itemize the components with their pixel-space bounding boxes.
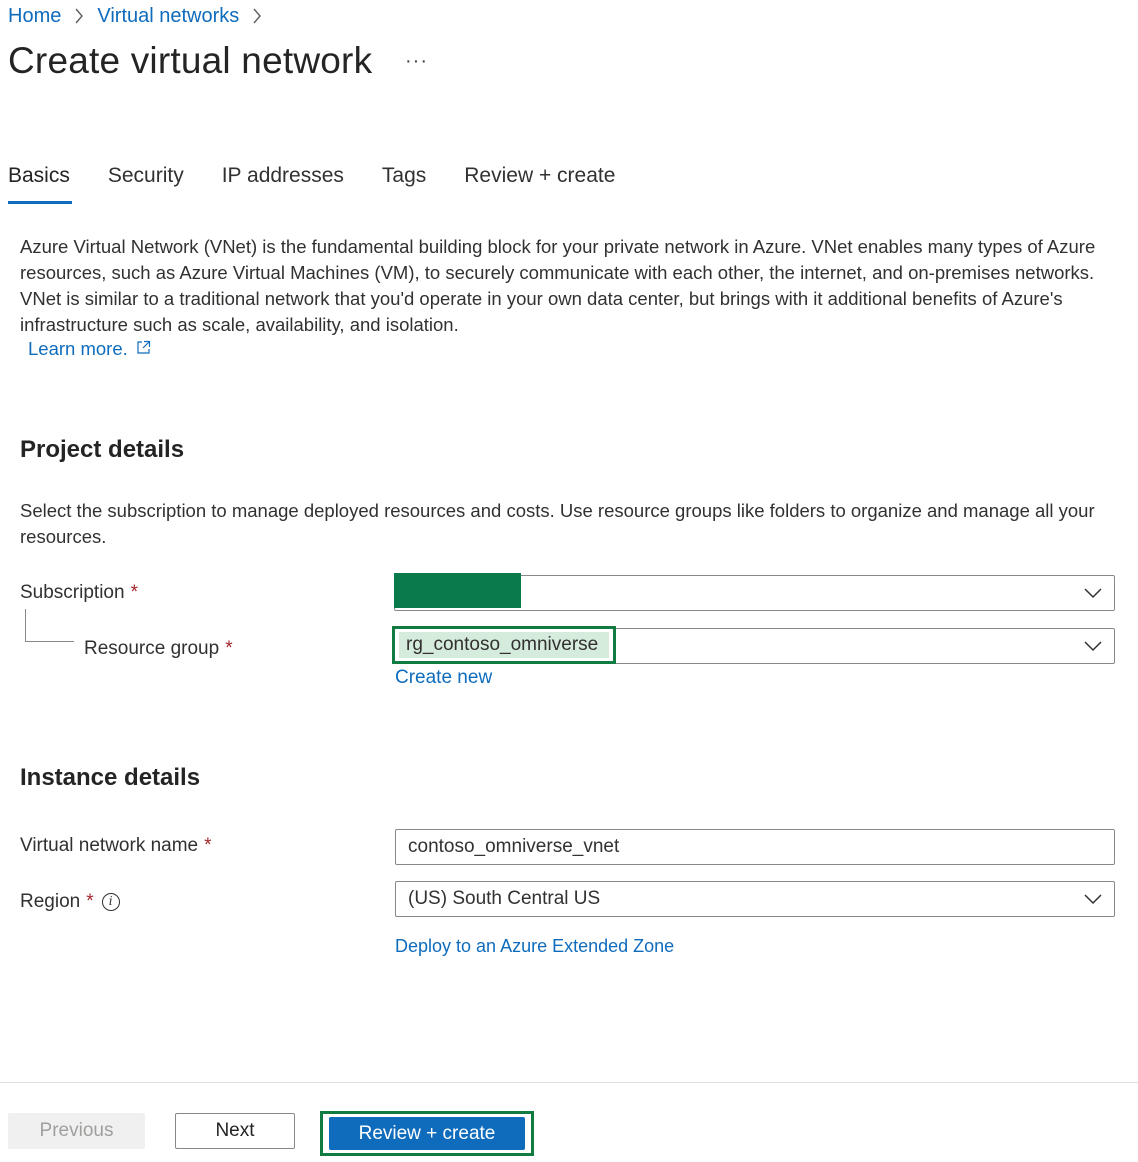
resource-group-value: rg_contoso_omniverse [399,632,609,658]
subscription-label: Subscription * [20,582,138,604]
project-details-description: Select the subscription to manage deploy… [20,500,1095,547]
region-label-text: Region [20,891,81,912]
create-new-resource-group-link[interactable]: Create new [395,667,492,689]
chevron-down-icon [1084,588,1102,599]
page-title: Create virtual network [8,40,373,81]
required-mark: * [204,835,212,856]
tab-security[interactable]: Security [108,160,184,204]
extended-zone-link[interactable]: Deploy to an Azure Extended Zone [395,936,674,957]
previous-button[interactable]: Previous [8,1113,145,1149]
tab-basics[interactable]: Basics [8,160,72,204]
required-mark: * [225,638,233,659]
project-details-heading: Project details [20,436,185,463]
region-value: (US) South Central US [408,888,601,909]
subscription-label-text: Subscription [20,582,125,603]
required-mark: * [130,582,138,603]
next-button[interactable]: Next [175,1113,295,1149]
vnet-name-label: Virtual network name * [20,835,212,857]
region-dropdown[interactable]: (US) South Central US [395,881,1115,917]
learn-more-label[interactable]: Learn more. [28,338,128,360]
instance-details-heading: Instance details [20,764,201,791]
resource-group-label: Resource group * [84,638,233,660]
subscription-dropdown[interactable] [394,573,1115,611]
chevron-down-icon [1084,641,1102,652]
chevron-down-icon [1084,894,1102,905]
vnet-name-label-text: Virtual network name [20,835,199,856]
breadcrumb-home[interactable]: Home [8,5,61,28]
tab-tags[interactable]: Tags [382,160,426,204]
external-link-icon [136,338,151,360]
resource-group-dropdown[interactable]: rg_contoso_omniverse [392,626,1115,664]
redacted-subscription-block [394,573,521,608]
learn-more-link[interactable]: Learn more. [28,338,151,360]
more-options-button[interactable]: ··· [405,50,428,73]
intro-description: Azure Virtual Network (VNet) is the fund… [20,236,1096,335]
tab-ip-addresses[interactable]: IP addresses [222,160,344,204]
tab-list: Basics Security IP addresses Tags Review… [8,160,653,204]
tree-connector [25,609,74,642]
footer-divider [0,1082,1138,1083]
tab-review-create[interactable]: Review + create [464,160,615,204]
breadcrumb: Home Virtual networks [8,3,275,29]
vnet-name-input[interactable]: contoso_omniverse_vnet [395,829,1115,865]
required-mark: * [86,891,94,912]
region-label: Region * i [20,891,120,913]
breadcrumb-virtual-networks[interactable]: Virtual networks [97,5,239,28]
chevron-right-icon [68,5,90,27]
info-icon[interactable]: i [101,893,120,911]
vnet-name-value: contoso_omniverse_vnet [408,836,620,857]
review-create-highlight: Review + create [320,1111,534,1156]
review-create-button[interactable]: Review + create [329,1117,525,1150]
chevron-right-icon [246,5,268,27]
resource-group-label-text: Resource group [84,638,220,659]
resource-group-highlight: rg_contoso_omniverse [392,626,616,664]
